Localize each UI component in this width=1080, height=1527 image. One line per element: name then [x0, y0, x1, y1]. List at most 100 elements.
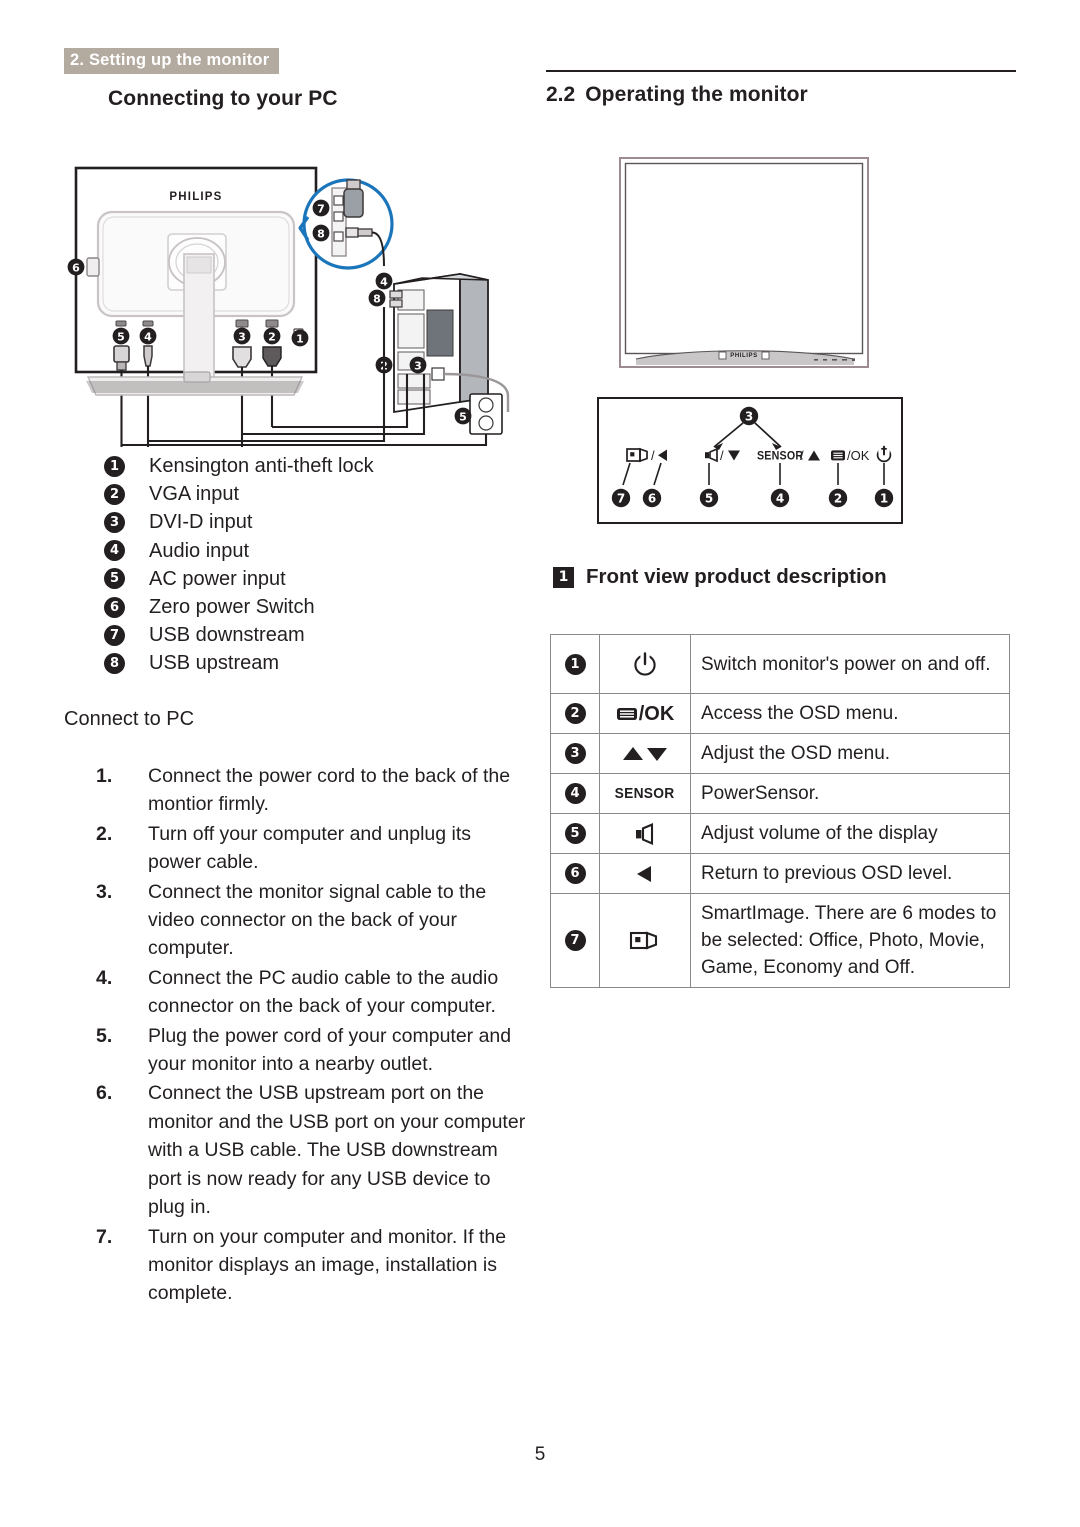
step-text-6: Connect the USB upstream port on the mon…	[148, 1082, 526, 1219]
front-view-heading: 1 Front view product description	[553, 565, 887, 589]
label-2-monitor: 2	[263, 327, 281, 345]
row-icon-cell: /OK	[599, 693, 691, 734]
page-number: 5	[534, 1444, 546, 1465]
row-desc-cell: Return to previous OSD level.	[690, 853, 1010, 894]
bullet-5: 5	[104, 568, 125, 590]
front-view-title: Front view product description	[586, 565, 887, 588]
row-icon-cell: SENSOR	[599, 773, 691, 814]
label-3-monitor: 3	[233, 327, 251, 345]
osd-label-6: 6	[642, 488, 662, 508]
label-1-monitor: 1	[291, 329, 309, 347]
bullet-5: 5	[564, 823, 586, 844]
bullet-3: 3	[104, 511, 125, 533]
svg-text:7: 7	[617, 492, 625, 506]
section-banner: 2. Setting up the monitor	[64, 48, 280, 74]
row-number-cell: 5	[550, 813, 600, 854]
bullet-7: 7	[564, 930, 586, 951]
bullet-6: 6	[104, 596, 125, 618]
left-column: Connecting to your PC	[64, 86, 516, 112]
list-item: 7. Turn on your computer and monitor. If…	[96, 1223, 526, 1308]
step-number-2: 2.	[96, 822, 113, 845]
menu-ok-label: /OK	[638, 702, 675, 725]
step-number-7: 7.	[96, 1225, 113, 1248]
label-5-monitor: 5	[112, 327, 130, 345]
right-column: 2.2 Operating the monitor	[546, 70, 1016, 108]
setup-steps-list: 1. Connect the power cord to the back of…	[96, 762, 526, 1309]
section-number: 2.2	[546, 83, 576, 106]
svg-text:2: 2	[268, 330, 276, 343]
svg-text:1: 1	[296, 332, 304, 345]
legend-label-2: VGA input	[149, 483, 240, 506]
desc-4: PowerSensor.	[701, 783, 820, 804]
svg-text:/: /	[720, 448, 724, 463]
port-legend-list: 1 Kensington anti-theft lock 2 VGA input…	[104, 452, 524, 678]
list-item: 6. Connect the USB upstream port on the …	[96, 1079, 526, 1221]
step-number-5: 5.	[96, 1024, 113, 1047]
list-item: 6 Zero power Switch	[104, 593, 524, 621]
svg-text:1: 1	[880, 492, 888, 506]
bullet-2: 2	[564, 703, 586, 724]
legend-label-5: AC power input	[149, 567, 286, 590]
section-title: Operating the monitor	[585, 83, 808, 106]
label-8-pc: 8	[368, 289, 386, 307]
svg-text:5: 5	[459, 410, 467, 423]
list-item: 2 VGA input	[104, 480, 524, 508]
osd-label-4: 4	[770, 488, 790, 508]
legend-label-7: USB downstream	[149, 624, 305, 647]
desc-1: Switch monitor's power on and off.	[701, 653, 991, 675]
osd-glyph-volume-down: /	[705, 447, 740, 463]
bullet-1: 1	[564, 653, 586, 675]
row-number-cell: 6	[550, 853, 600, 894]
left-arrow-icon	[600, 864, 690, 884]
step-text-7: Turn on your computer and monitor. If th…	[148, 1225, 507, 1305]
desc-5: Adjust volume of the display	[701, 823, 938, 844]
desc-6: Return to previous OSD level.	[701, 863, 953, 884]
list-item: 8 USB upstream	[104, 649, 524, 677]
svg-text:3: 3	[414, 359, 422, 372]
rear-connection-diagram: PHILIPS 6 5 4 3 2 1 7 8 4 8 2 3 5	[67, 162, 522, 447]
svg-text:/: /	[800, 448, 804, 463]
step-text-2: Turn off your computer and unplug its po…	[148, 822, 472, 874]
volume-icon	[600, 822, 690, 845]
list-item: 1. Connect the power cord to the back of…	[96, 762, 526, 819]
bullet-1: 1	[104, 455, 125, 477]
row-icon-cell	[599, 634, 691, 694]
step-number-4: 4.	[96, 966, 113, 989]
svg-text:7: 7	[317, 202, 325, 215]
step-text-3: Connect the monitor signal cable to the …	[148, 880, 487, 960]
step-text-5: Plug the power cord of your computer and…	[148, 1024, 512, 1076]
svg-text:2: 2	[834, 492, 842, 506]
legend-label-8: USB upstream	[149, 652, 280, 675]
table-row: 6 Return to previous OSD level.	[550, 853, 1010, 894]
table-row: 4 SENSOR PowerSensor.	[550, 773, 1010, 814]
row-number-cell: 7	[550, 893, 600, 988]
svg-text:PHILIPS: PHILIPS	[730, 353, 758, 359]
svg-text:4: 4	[776, 492, 784, 506]
list-item: 1 Kensington anti-theft lock	[104, 452, 524, 480]
step-number-1: 1.	[96, 765, 113, 787]
legend-label-3: DVI-D input	[149, 511, 253, 534]
smartimage-icon	[600, 928, 690, 954]
svg-text:4: 4	[144, 330, 152, 343]
section-divider-rule	[546, 70, 1016, 72]
row-desc-cell: Adjust volume of the display	[690, 813, 1010, 854]
svg-text:5: 5	[705, 492, 713, 506]
svg-text:8: 8	[373, 292, 381, 305]
legend-label-1: Kensington anti-theft lock	[149, 455, 374, 478]
bullet-2: 2	[104, 483, 125, 505]
desc-7: SmartImage. There are 6 modes to be sele…	[701, 903, 997, 978]
osd-label-5: 5	[699, 488, 719, 508]
osd-label-1: 1	[874, 488, 894, 508]
legend-label-6: Zero power Switch	[149, 596, 315, 619]
table-row: 3 Adjust the OSD menu.	[550, 733, 1010, 774]
front-view-marker: 1	[553, 566, 574, 588]
table-row: 2 /OK Access the OSD menu.	[550, 693, 1010, 734]
desc-3: Adjust the OSD menu.	[701, 743, 891, 764]
bullet-4: 4	[104, 540, 125, 562]
connect-to-pc-subhead: Connect to PC	[64, 708, 195, 730]
list-item: 4 Audio input	[104, 537, 524, 565]
row-desc-cell: Access the OSD menu.	[690, 693, 1010, 734]
svg-text:/OK: /OK	[847, 448, 870, 463]
power-icon	[600, 650, 690, 678]
osd-label-3: 3	[739, 406, 759, 426]
